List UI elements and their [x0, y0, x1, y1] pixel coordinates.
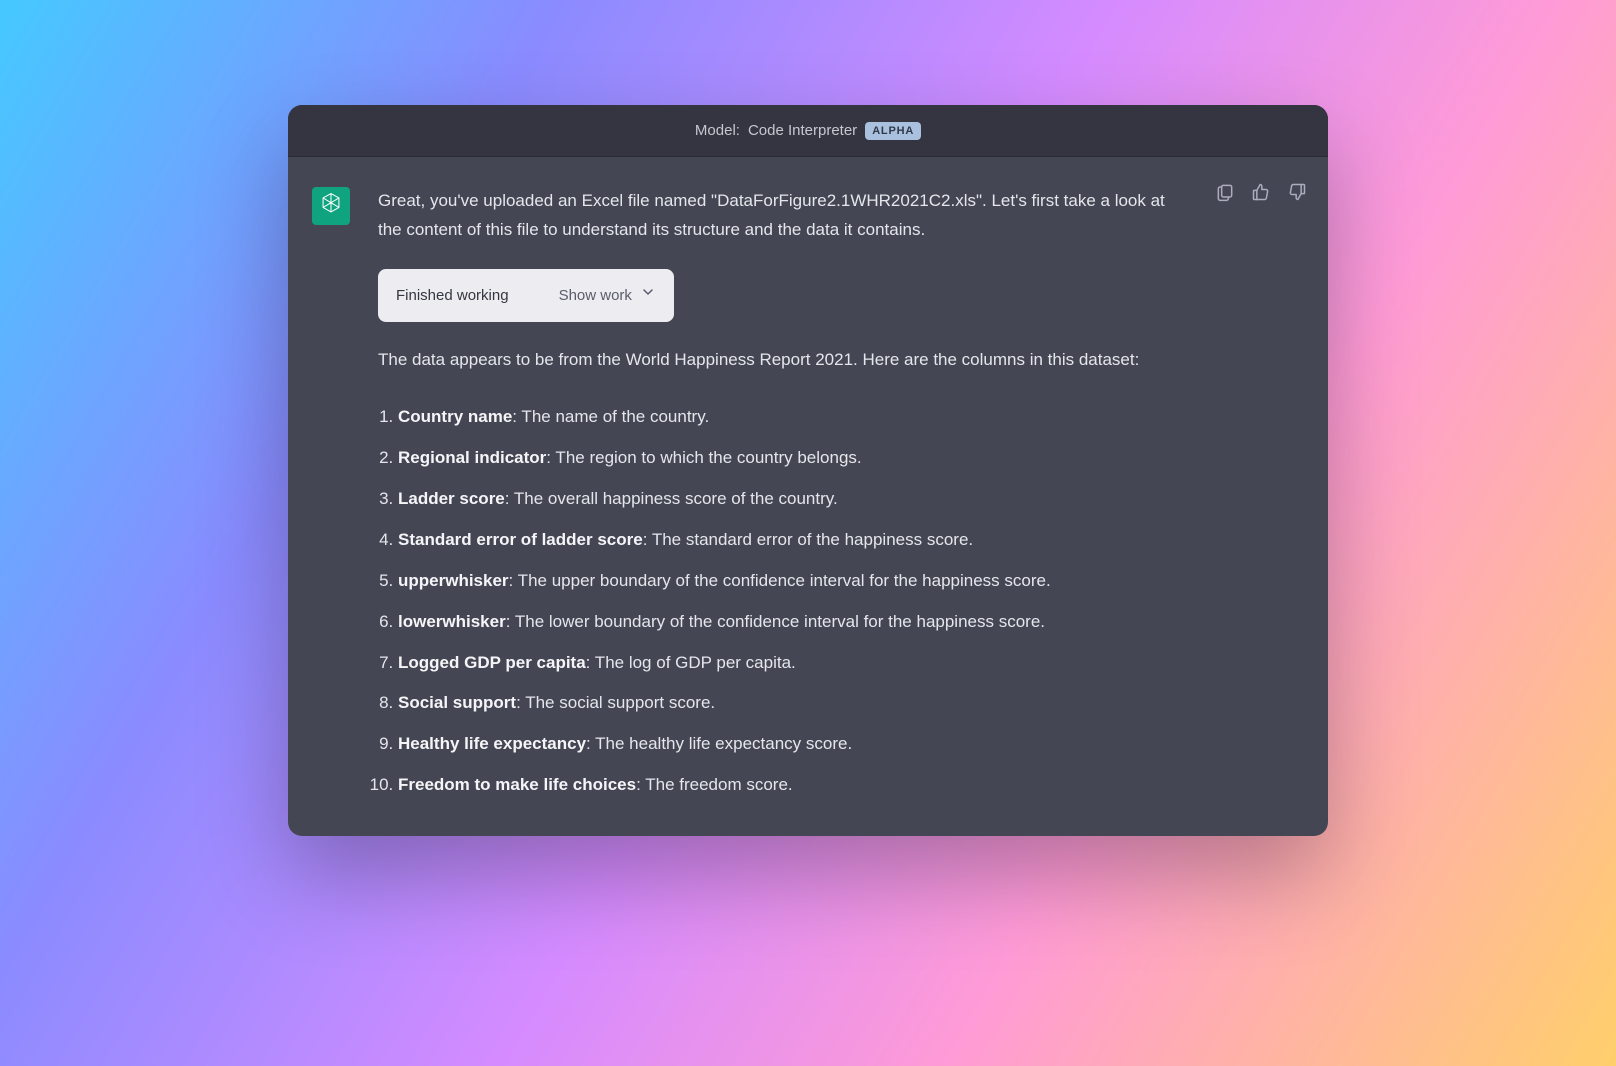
list-item: Healthy life expectancy: The healthy lif…	[398, 724, 1184, 765]
thumbs-down-button[interactable]	[1286, 183, 1308, 205]
list-item: Regional indicator: The region to which …	[398, 438, 1184, 479]
assistant-logo-icon	[318, 191, 344, 222]
field-term: Healthy life expectancy	[398, 734, 586, 753]
thumbs-down-icon	[1287, 182, 1307, 207]
assistant-message: Great, you've uploaded an Excel file nam…	[288, 157, 1328, 836]
field-desc: : The name of the country.	[512, 407, 709, 426]
field-desc: : The upper boundary of the confidence i…	[509, 571, 1051, 590]
list-item: Country name: The name of the country.	[398, 397, 1184, 438]
message-content: Great, you've uploaded an Excel file nam…	[378, 187, 1304, 806]
model-prefix: Model:	[695, 122, 740, 139]
thumbs-up-button[interactable]	[1250, 183, 1272, 205]
work-status-label: Finished working	[396, 283, 509, 309]
intro-paragraph: Great, you've uploaded an Excel file nam…	[378, 187, 1184, 245]
chat-card: Model: Code Interpreter ALPHA Great, you…	[288, 105, 1328, 836]
field-term: lowerwhisker	[398, 612, 506, 631]
field-term: upperwhisker	[398, 571, 509, 590]
field-term: Standard error of ladder score	[398, 530, 643, 549]
chevron-down-icon	[640, 283, 656, 309]
field-term: Regional indicator	[398, 448, 546, 467]
show-work-label: Show work	[559, 283, 632, 309]
assistant-avatar	[312, 187, 350, 225]
field-desc: : The healthy life expectancy score.	[586, 734, 852, 753]
field-term: Social support	[398, 693, 516, 712]
field-desc: : The lower boundary of the confidence i…	[506, 612, 1045, 631]
model-header: Model: Code Interpreter ALPHA	[288, 105, 1328, 157]
message-actions	[1214, 183, 1308, 205]
field-desc: : The region to which the country belong…	[546, 448, 861, 467]
list-item: upperwhisker: The upper boundary of the …	[398, 561, 1184, 602]
field-desc: : The log of GDP per capita.	[586, 653, 796, 672]
alpha-badge: ALPHA	[865, 122, 921, 140]
clipboard-icon	[1215, 182, 1235, 207]
model-name: Code Interpreter	[748, 122, 857, 139]
field-desc: : The social support score.	[516, 693, 715, 712]
list-item: lowerwhisker: The lower boundary of the …	[398, 602, 1184, 643]
field-term: Logged GDP per capita	[398, 653, 586, 672]
list-item: Standard error of ladder score: The stan…	[398, 520, 1184, 561]
copy-button[interactable]	[1214, 183, 1236, 205]
after-work-paragraph: The data appears to be from the World Ha…	[378, 346, 1184, 375]
field-desc: : The overall happiness score of the cou…	[505, 489, 838, 508]
field-term: Ladder score	[398, 489, 505, 508]
list-item: Freedom to make life choices: The freedo…	[398, 765, 1184, 806]
list-item: Social support: The social support score…	[398, 683, 1184, 724]
field-desc: : The standard error of the happiness sc…	[643, 530, 973, 549]
list-item: Logged GDP per capita: The log of GDP pe…	[398, 643, 1184, 684]
show-work-toggle[interactable]: Finished working Show work	[378, 269, 674, 323]
field-term: Country name	[398, 407, 512, 426]
list-item: Ladder score: The overall happiness scor…	[398, 479, 1184, 520]
field-desc: : The freedom score.	[636, 775, 793, 794]
field-term: Freedom to make life choices	[398, 775, 636, 794]
thumbs-up-icon	[1251, 182, 1271, 207]
columns-list: Country name: The name of the country. R…	[378, 397, 1184, 806]
